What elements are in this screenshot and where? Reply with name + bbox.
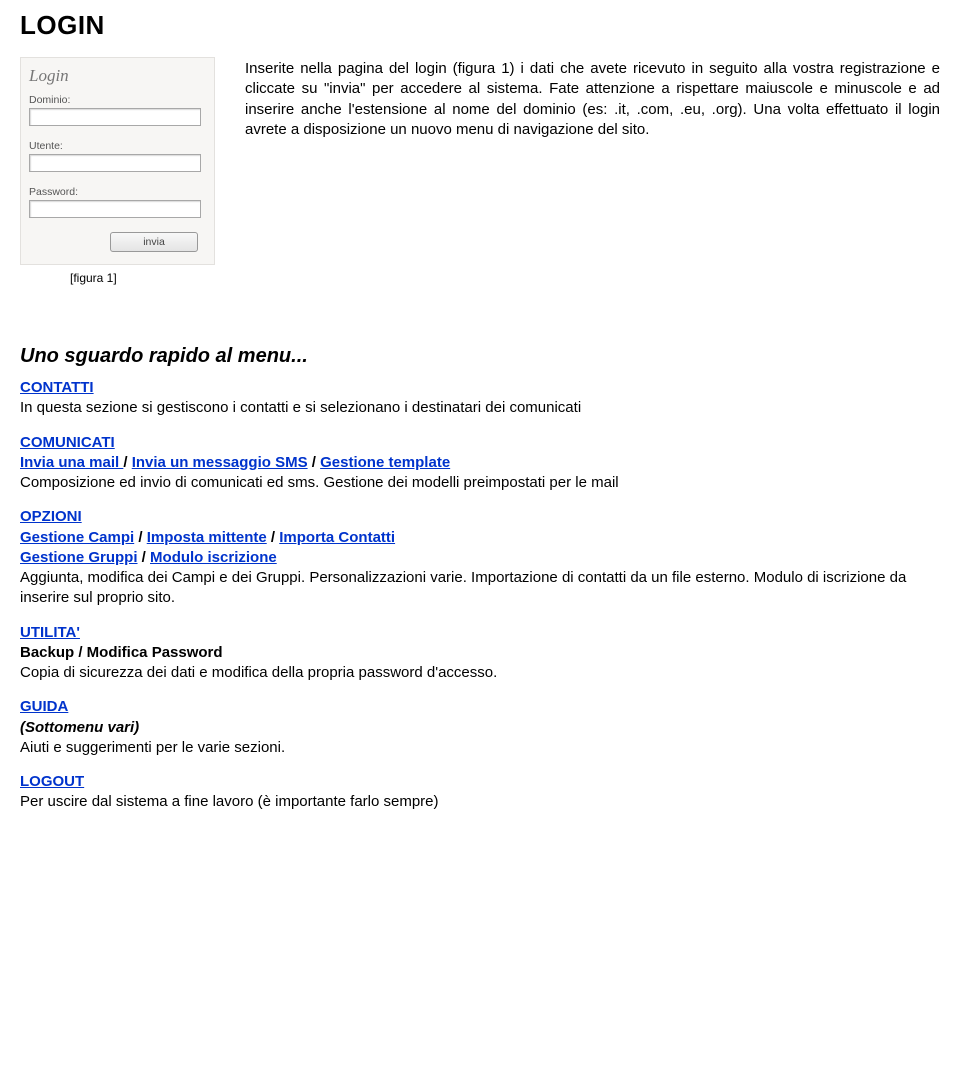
invia-mail-link[interactable]: Invia una mail [20, 454, 123, 471]
gestione-template-link[interactable]: Gestione template [320, 454, 450, 471]
utilita-block: UTILITA' Backup / Modifica Password Copi… [20, 623, 940, 684]
login-panel-title: Login [29, 66, 206, 86]
user-input[interactable] [29, 154, 201, 172]
opzioni-desc: Aggiunta, modifica dei Campi e dei Grupp… [20, 569, 906, 606]
separator: / [134, 529, 147, 546]
guida-link[interactable]: GUIDA [20, 698, 68, 715]
modulo-iscrizione-link[interactable]: Modulo iscrizione [150, 549, 277, 566]
guida-desc: Aiuti e suggerimenti per le varie sezion… [20, 739, 285, 756]
comunicati-desc: Composizione ed invio di comunicati ed s… [20, 474, 619, 491]
separator: / [267, 529, 280, 546]
contatti-link[interactable]: CONTATTI [20, 379, 94, 396]
imposta-mittente-link[interactable]: Imposta mittente [147, 529, 267, 546]
opzioni-block: OPZIONI Gestione Campi / Imposta mittent… [20, 507, 940, 608]
menu-overview-heading: Uno sguardo rapido al menu... [20, 345, 940, 368]
logout-block: LOGOUT Per uscire dal sistema a fine lav… [20, 772, 940, 813]
domain-input[interactable] [29, 108, 201, 126]
logout-link[interactable]: LOGOUT [20, 773, 84, 790]
figure-caption: [figura 1] [70, 271, 940, 285]
guida-subtitle: (Sottomenu vari) [20, 719, 139, 736]
comunicati-block: COMUNICATI Invia una mail / Invia un mes… [20, 433, 940, 494]
opzioni-link[interactable]: OPZIONI [20, 508, 82, 525]
importa-contatti-link[interactable]: Importa Contatti [279, 529, 395, 546]
separator: / [308, 454, 321, 471]
gestione-campi-link[interactable]: Gestione Campi [20, 529, 134, 546]
comunicati-link[interactable]: COMUNICATI [20, 434, 115, 451]
submit-button[interactable]: invia [110, 232, 198, 252]
separator: / [138, 549, 151, 566]
utilita-desc: Copia di sicurezza dei dati e modifica d… [20, 664, 497, 681]
utilita-link[interactable]: UTILITA' [20, 624, 80, 641]
gestione-gruppi-link[interactable]: Gestione Gruppi [20, 549, 138, 566]
top-row: Login Dominio: Utente: Password: invia I… [20, 57, 940, 265]
password-label: Password: [29, 186, 206, 198]
domain-label: Dominio: [29, 94, 206, 106]
guida-block: GUIDA (Sottomenu vari) Aiuti e suggerime… [20, 697, 940, 758]
utilita-subtitle: Backup / Modifica Password [20, 644, 223, 661]
separator: / [123, 454, 131, 471]
user-label: Utente: [29, 140, 206, 152]
page-title: LOGIN [20, 10, 940, 41]
login-panel: Login Dominio: Utente: Password: invia [20, 57, 215, 265]
invia-sms-link[interactable]: Invia un messaggio SMS [132, 454, 308, 471]
contatti-desc: In questa sezione si gestiscono i contat… [20, 399, 581, 416]
intro-paragraph: Inserite nella pagina del login (figura … [245, 57, 940, 140]
logout-desc: Per uscire dal sistema a fine lavoro (è … [20, 793, 439, 810]
password-input[interactable] [29, 200, 201, 218]
contatti-block: CONTATTI In questa sezione si gestiscono… [20, 378, 940, 419]
